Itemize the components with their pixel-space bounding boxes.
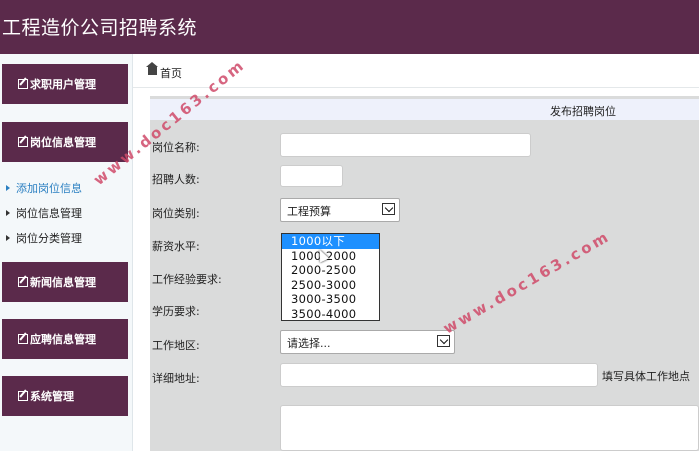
chevron-down-icon xyxy=(382,203,395,215)
sidebar-item-add-job[interactable]: 添加岗位信息 xyxy=(6,180,82,196)
sidebar-group-label: 应聘信息管理 xyxy=(30,333,96,346)
caret-right-icon xyxy=(6,235,10,241)
sidebar-group-news[interactable]: 新闻信息管理 xyxy=(2,262,128,302)
region-select[interactable]: 请选择... xyxy=(280,330,455,354)
sidebar-group-job-seekers[interactable]: 求职用户管理 xyxy=(2,64,128,104)
home-icon xyxy=(146,62,158,75)
edit-icon xyxy=(18,391,28,401)
breadcrumb: 首页 xyxy=(133,54,699,88)
caret-right-icon xyxy=(6,210,10,216)
description-textarea[interactable] xyxy=(280,405,699,451)
address-input[interactable] xyxy=(280,363,598,387)
job-category-select[interactable]: 工程预算 xyxy=(280,198,400,222)
app-title: 工程造价公司招聘系统 xyxy=(2,17,198,39)
salary-option[interactable]: 2000-2500 xyxy=(282,263,379,278)
sidebar-group-label: 岗位信息管理 xyxy=(30,136,96,149)
label-education: 学历要求: xyxy=(152,305,200,318)
chevron-down-icon xyxy=(437,335,450,347)
sidebar-group-label: 求职用户管理 xyxy=(30,78,96,91)
salary-option[interactable]: 3000-3500 xyxy=(282,292,379,307)
salary-option[interactable]: 1000-2000 xyxy=(282,249,379,264)
sidebar-group-applications[interactable]: 应聘信息管理 xyxy=(2,319,128,359)
region-value: 请选择... xyxy=(287,337,331,350)
sidebar-item-label: 添加岗位信息 xyxy=(16,182,82,195)
sidebar: 求职用户管理 岗位信息管理 添加岗位信息 岗位信息管理 岗位分类管理 新闻信息管… xyxy=(0,54,133,451)
salary-option[interactable]: 2500-3000 xyxy=(282,278,379,293)
salary-dropdown[interactable]: 1000以下 1000-2000 2000-2500 2500-3000 300… xyxy=(281,233,380,321)
breadcrumb-home[interactable]: 首页 xyxy=(160,65,182,81)
sidebar-group-label: 新闻信息管理 xyxy=(30,276,96,289)
salary-option[interactable]: 1000以下 xyxy=(282,234,379,249)
sidebar-item-label: 岗位分类管理 xyxy=(16,232,82,245)
label-salary: 薪资水平: xyxy=(152,240,200,253)
label-region: 工作地区: xyxy=(152,339,200,352)
label-job-category: 岗位类别: xyxy=(152,207,200,220)
sidebar-group-system[interactable]: 系统管理 xyxy=(2,376,128,416)
app-header: 工程造价公司招聘系统 xyxy=(0,0,699,54)
edit-icon xyxy=(18,79,28,89)
label-address: 详细地址: xyxy=(152,372,200,385)
sidebar-item-manage-jobs[interactable]: 岗位信息管理 xyxy=(6,205,82,221)
job-name-input[interactable] xyxy=(280,133,531,157)
address-hint: 填写具体工作地点 xyxy=(602,370,690,383)
edit-icon xyxy=(18,137,28,147)
hire-count-input[interactable] xyxy=(280,165,343,187)
sidebar-item-job-categories[interactable]: 岗位分类管理 xyxy=(6,230,82,246)
form-title: 发布招聘岗位 xyxy=(550,105,616,118)
label-hire-count: 招聘人数: xyxy=(152,173,200,186)
sidebar-item-label: 岗位信息管理 xyxy=(16,207,82,220)
label-job-name: 岗位名称: xyxy=(152,141,200,154)
salary-option[interactable]: 3500-4000 xyxy=(282,307,379,322)
form-header: 发布招聘岗位 xyxy=(150,99,699,120)
label-experience: 工作经验要求: xyxy=(152,273,222,286)
sidebar-group-label: 系统管理 xyxy=(30,390,74,403)
job-category-value: 工程预算 xyxy=(287,205,331,218)
caret-right-icon xyxy=(6,185,10,191)
edit-icon xyxy=(18,334,28,344)
sidebar-group-jobs[interactable]: 岗位信息管理 xyxy=(2,122,128,162)
edit-icon xyxy=(18,277,28,287)
